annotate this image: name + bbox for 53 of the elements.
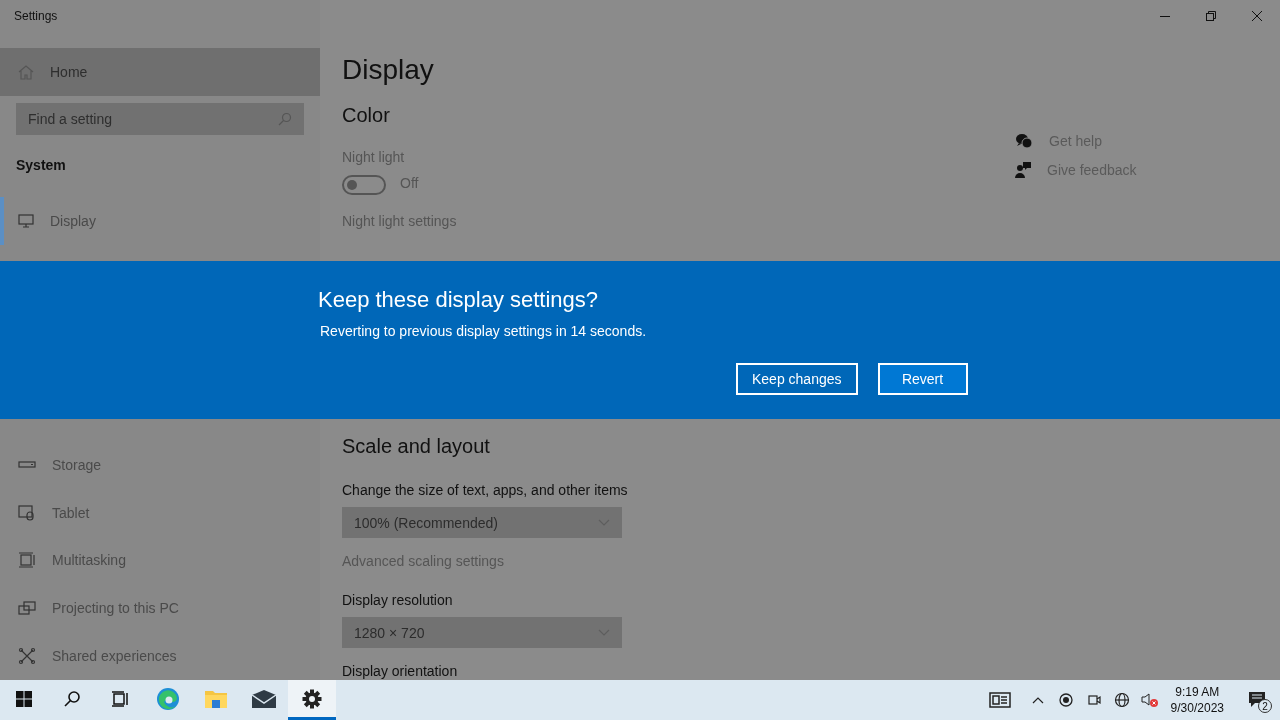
nav-item[interactable]: Multitasking (0, 536, 320, 585)
home-icon (18, 64, 34, 80)
scale-dropdown[interactable]: 100% (Recommended) (342, 507, 622, 538)
search-icon (278, 112, 292, 126)
storage-icon (18, 460, 36, 469)
home-item[interactable]: Home (0, 48, 320, 96)
dialog-title: Keep these display settings? (318, 287, 599, 313)
globe-icon (1113, 692, 1130, 708)
section-heading: System (16, 157, 66, 173)
news-icon (988, 692, 1011, 708)
dialog-message: Reverting to previous display settings in 14 seconds. (320, 323, 647, 339)
section-heading: Color (342, 104, 390, 127)
nav-item[interactable]: Tablet (0, 488, 320, 537)
nav-item[interactable]: Storage (0, 441, 320, 489)
record-icon (1058, 693, 1073, 707)
notification-count: 2 (1258, 699, 1272, 713)
minimize-icon (1160, 15, 1170, 17)
clock[interactable]: 9:19 AM 9/30/2023 (1170, 684, 1224, 716)
dialog-button[interactable]: Revert (877, 363, 968, 395)
projector-icon (18, 601, 36, 616)
dialog-button[interactable]: Keep changes (736, 363, 858, 395)
restore-icon (1206, 11, 1216, 21)
task-view-icon (111, 690, 129, 707)
search-field[interactable]: Find a setting (16, 103, 304, 135)
multitasking-icon (18, 552, 36, 569)
caret-icon (1031, 696, 1044, 704)
page-title: Display (342, 54, 434, 86)
notifications-button[interactable]: 2 (1240, 680, 1274, 720)
windows-icon (16, 690, 32, 707)
nav-item[interactable]: Shared experiences (0, 632, 320, 680)
resolution-dropdown[interactable]: 1280 × 720 (342, 617, 622, 648)
close-icon (1252, 11, 1262, 21)
search-icon (63, 689, 81, 708)
setting-label: Display resolution (342, 592, 453, 608)
settings-icon (302, 688, 322, 709)
share-icon (18, 647, 36, 666)
toggle-switch[interactable] (342, 175, 386, 195)
section-heading: Scale and layout (342, 435, 490, 458)
nav-item[interactable]: Display (0, 197, 320, 245)
setting-label: Display orientation (342, 663, 458, 679)
monitor-icon (18, 214, 34, 228)
folder-icon (204, 688, 228, 709)
mail-icon (251, 688, 277, 709)
taskbar-button[interactable] (288, 680, 336, 720)
help-icon (1015, 132, 1033, 150)
browser-icon (156, 686, 180, 711)
window-title: Settings (13, 9, 59, 23)
camera-icon (1086, 693, 1101, 707)
feedback-icon (1015, 161, 1031, 179)
tablet-icon (18, 504, 36, 521)
setting-label: Change the size of text, apps, and other items (342, 482, 628, 498)
nav-item[interactable]: Projecting to this PC (0, 584, 320, 633)
muted-speaker-icon (1140, 692, 1159, 708)
